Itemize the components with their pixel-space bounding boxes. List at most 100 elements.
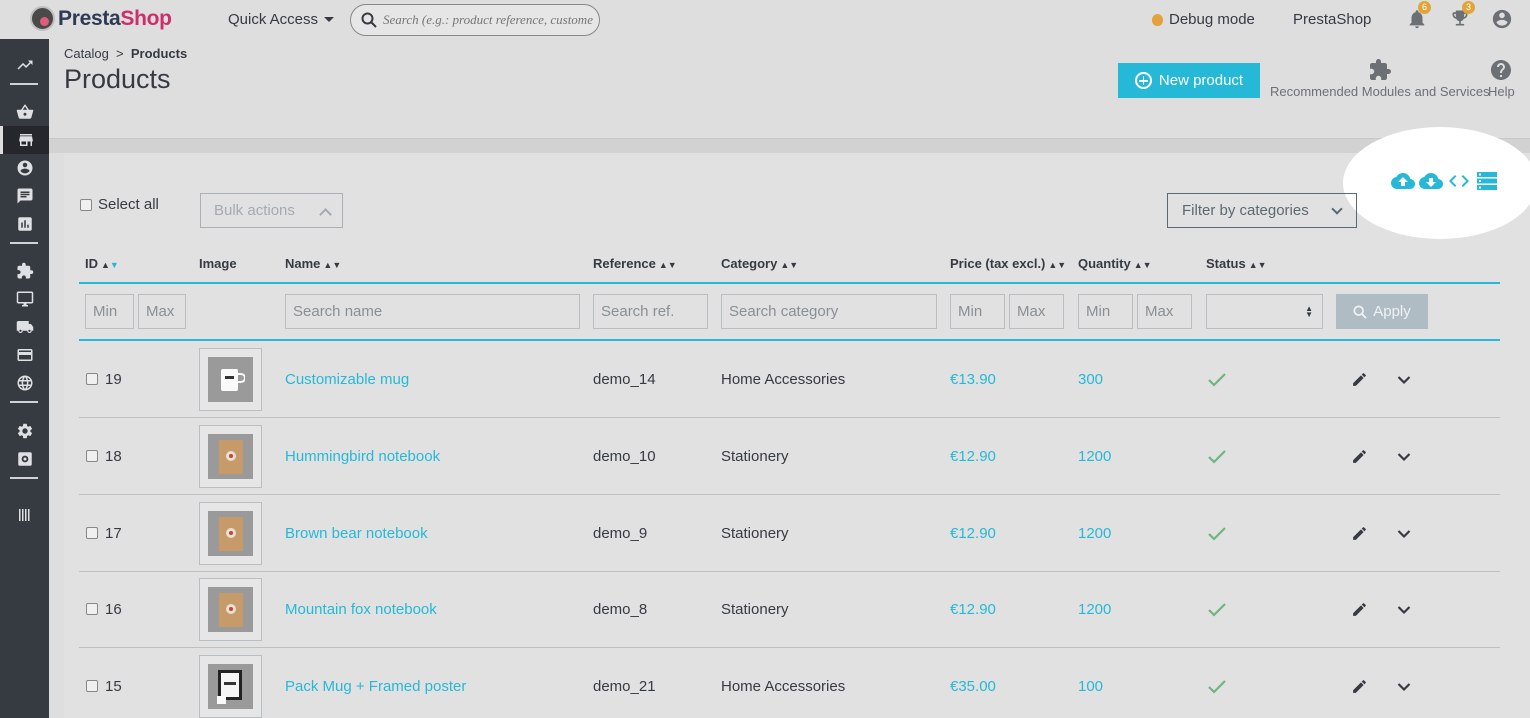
column-header-price[interactable]: Price (tax excl.) ▲▼ [950, 256, 1066, 271]
sidebar-item-parameters[interactable] [0, 417, 49, 445]
edit-button[interactable] [1351, 495, 1368, 572]
edit-button[interactable] [1351, 571, 1368, 648]
row-checkbox[interactable] [86, 680, 98, 692]
select-all[interactable]: Select all [80, 196, 159, 213]
sidebar-item-advanced-parameters[interactable] [0, 445, 49, 473]
id-max-input[interactable] [138, 294, 186, 329]
product-price[interactable]: €35.00 [950, 648, 996, 718]
row-checkbox[interactable] [86, 527, 98, 539]
column-header-category[interactable]: Category ▲▼ [721, 256, 798, 271]
row-actions-dropdown[interactable] [1397, 648, 1411, 718]
recommended-modules-button[interactable]: Recommended Modules and Services [1270, 58, 1490, 99]
column-header-reference[interactable]: Reference ▲▼ [593, 256, 677, 271]
breadcrumb-catalog[interactable]: Catalog [64, 46, 109, 61]
sort-arrows-icon[interactable]: ▲▼ [780, 260, 798, 270]
quantity-min-input[interactable] [1078, 294, 1133, 329]
product-thumbnail[interactable] [199, 341, 262, 418]
search-reference-input[interactable] [593, 294, 708, 329]
header-search[interactable] [350, 4, 600, 36]
product-price[interactable]: €12.90 [950, 495, 996, 572]
search-input[interactable] [383, 12, 593, 28]
id-min-input[interactable] [85, 294, 134, 329]
sort-arrows-icon[interactable]: ▲▼ [323, 260, 341, 270]
search-icon[interactable] [361, 12, 377, 28]
column-header-status[interactable]: Status ▲▼ [1206, 256, 1267, 271]
product-name-link[interactable]: Pack Mug + Framed poster [285, 648, 466, 718]
row-actions-dropdown[interactable] [1397, 418, 1411, 495]
sidebar-item-customers[interactable] [0, 154, 49, 182]
product-price[interactable]: €12.90 [950, 418, 996, 495]
edit-button[interactable] [1351, 648, 1368, 718]
search-category-input[interactable] [721, 294, 937, 329]
sidebar-item-modules[interactable] [0, 257, 49, 285]
help-button[interactable]: Help [1488, 58, 1515, 99]
sidebar-item-orders[interactable] [0, 98, 49, 126]
status-select[interactable]: ▲ ▼ [1206, 294, 1323, 329]
sort-arrows-icon[interactable]: ▲▼ [101, 260, 119, 270]
status-check-icon[interactable] [1208, 648, 1226, 718]
sort-arrows-icon[interactable]: ▲▼ [1134, 260, 1152, 270]
sort-arrows-icon[interactable]: ▲▼ [1048, 260, 1066, 270]
column-header-name[interactable]: Name ▲▼ [285, 256, 341, 271]
sort-arrows-icon[interactable]: ▲▼ [1249, 260, 1267, 270]
debug-mode-indicator[interactable]: Debug mode [1152, 11, 1255, 28]
status-check-icon[interactable] [1208, 495, 1226, 572]
product-quantity[interactable]: 1200 [1078, 571, 1111, 648]
sidebar-item-international[interactable] [0, 369, 49, 397]
table-row[interactable]: 19 Customizable mug demo_14 Home Accessorie… [79, 341, 1500, 418]
shop-name-link[interactable]: PrestaShop [1293, 11, 1371, 28]
product-price[interactable]: €13.90 [950, 341, 996, 418]
sidebar-item-dashboard[interactable] [0, 51, 49, 79]
table-row[interactable]: 16 Mountain fox notebook demo_8 Stationery €… [79, 571, 1500, 648]
sidebar-collapse-toggle[interactable] [0, 501, 49, 529]
sidebar-item-catalog[interactable] [0, 126, 49, 154]
cloud-download-icon[interactable] [1419, 171, 1443, 191]
column-header-quantity[interactable]: Quantity ▲▼ [1078, 256, 1152, 271]
status-check-icon[interactable] [1208, 418, 1226, 495]
product-name-link[interactable]: Hummingbird notebook [285, 418, 440, 495]
search-name-input[interactable] [285, 294, 580, 329]
row-actions-dropdown[interactable] [1397, 571, 1411, 648]
sidebar-item-messages[interactable] [0, 182, 49, 210]
quick-access-dropdown[interactable]: Quick Access [228, 11, 335, 28]
notifications-button[interactable]: 6 [1406, 1, 1431, 30]
product-quantity[interactable]: 300 [1078, 341, 1103, 418]
cloud-upload-icon[interactable] [1391, 171, 1415, 191]
price-max-input[interactable] [1009, 294, 1064, 329]
product-quantity[interactable]: 100 [1078, 648, 1103, 718]
bulk-actions-button[interactable]: Bulk actions [200, 193, 343, 228]
table-row[interactable]: 15 Pack Mug + Framed poster demo_21 Home Ac… [79, 648, 1500, 718]
sort-arrows-icon[interactable]: ▲▼ [659, 260, 677, 270]
product-quantity[interactable]: 1200 [1078, 418, 1111, 495]
list-settings-icon[interactable] [1475, 171, 1499, 191]
price-min-input[interactable] [950, 294, 1005, 329]
product-name-link[interactable]: Brown bear notebook [285, 495, 428, 572]
sidebar-item-payment[interactable] [0, 341, 49, 369]
edit-button[interactable] [1351, 418, 1368, 495]
sidebar-item-shipping[interactable] [0, 313, 49, 341]
row-checkbox[interactable] [86, 603, 98, 615]
row-actions-dropdown[interactable] [1397, 495, 1411, 572]
sidebar-item-design[interactable] [0, 285, 49, 313]
sidebar-item-stats[interactable] [0, 210, 49, 238]
product-price[interactable]: €12.90 [950, 571, 996, 648]
product-name-link[interactable]: Customizable mug [285, 341, 409, 418]
new-product-button[interactable]: New product [1118, 63, 1260, 98]
apply-filters-button[interactable]: Apply [1336, 294, 1428, 329]
status-check-icon[interactable] [1208, 341, 1226, 418]
code-icon[interactable] [1447, 171, 1471, 191]
table-row[interactable]: 17 Brown bear notebook demo_9 Stationery €12… [79, 495, 1500, 572]
edit-button[interactable] [1351, 341, 1368, 418]
row-actions-dropdown[interactable] [1397, 341, 1411, 418]
product-name-link[interactable]: Mountain fox notebook [285, 571, 437, 648]
select-all-checkbox[interactable] [80, 198, 92, 211]
product-thumbnail[interactable] [199, 648, 262, 718]
filter-by-categories-button[interactable]: Filter by categories [1167, 193, 1357, 228]
product-quantity[interactable]: 1200 [1078, 495, 1111, 572]
achievements-button[interactable]: 3 [1450, 1, 1475, 30]
table-row[interactable]: 18 Hummingbird notebook demo_10 Stationery €… [79, 418, 1500, 495]
account-button[interactable] [1491, 8, 1513, 30]
column-header-id[interactable]: ID ▲▼ [85, 256, 119, 271]
quantity-max-input[interactable] [1137, 294, 1192, 329]
row-checkbox[interactable] [86, 373, 98, 385]
